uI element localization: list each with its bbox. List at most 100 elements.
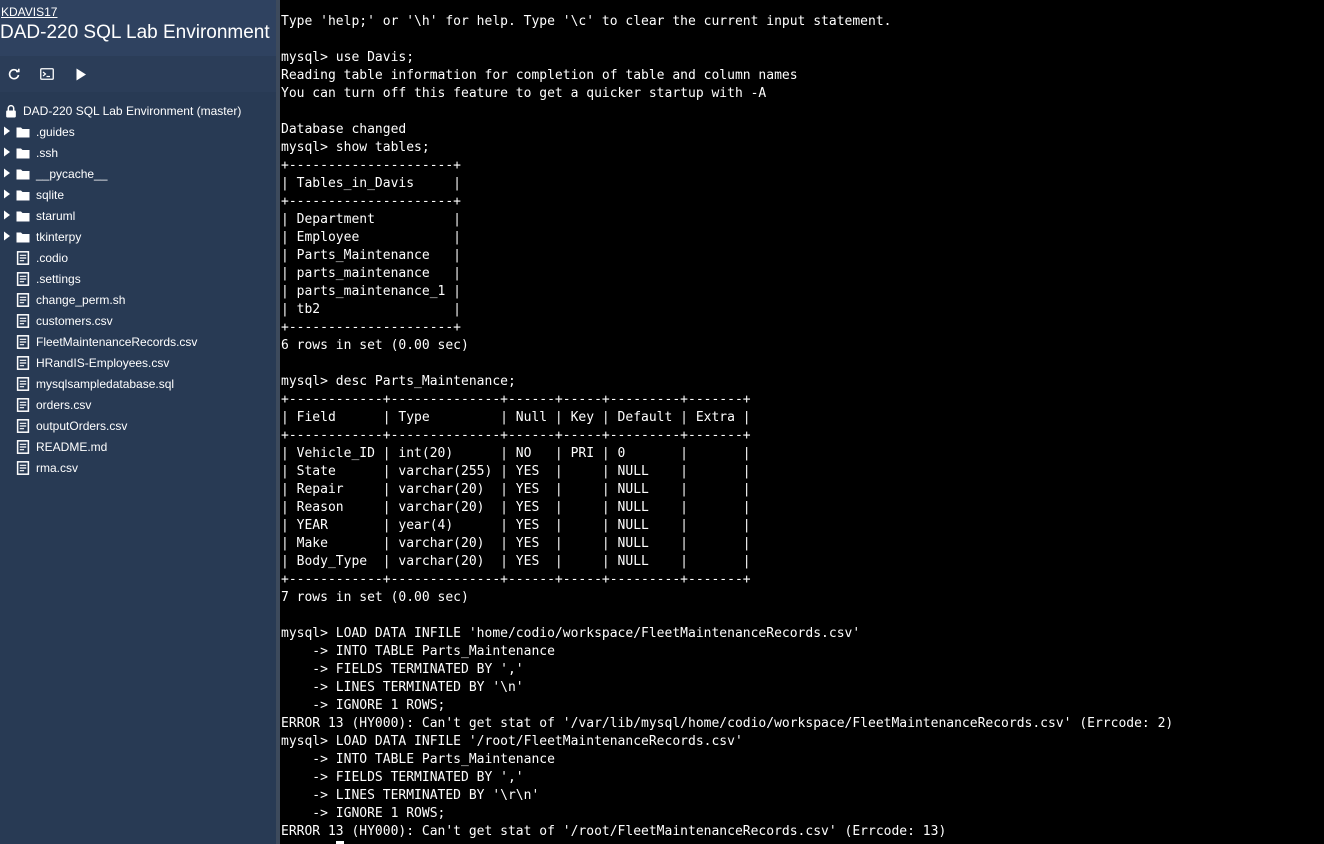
- terminal-line: +---------------------+: [281, 320, 462, 335]
- terminal-line: | Tables_in_Davis |: [281, 176, 462, 191]
- chevron-right-icon[interactable]: [3, 210, 11, 220]
- terminal-line: | Repair | varchar(20) | YES | | NULL | …: [281, 482, 751, 497]
- terminal-panel[interactable]: Type 'help;' or '\h' for help. Type '\c'…: [280, 0, 1324, 844]
- chevron-right-icon[interactable]: [3, 231, 11, 241]
- terminal-icon: [40, 68, 54, 80]
- file-icon: [16, 356, 30, 370]
- file-icon: [16, 272, 30, 286]
- terminal-line: | Body_Type | varchar(20) | YES | | NULL…: [281, 554, 751, 569]
- folder-icon: [16, 127, 30, 138]
- file-icon: [16, 419, 30, 433]
- terminal-line: mysql> LOAD DATA INFILE '/root/FleetMain…: [281, 734, 743, 749]
- file-item[interactable]: FleetMaintenanceRecords.csv: [0, 331, 276, 352]
- file-icon: [16, 314, 30, 328]
- file-label: orders.csv: [36, 397, 92, 412]
- terminal-line: +------------+--------------+------+----…: [281, 392, 751, 407]
- refresh-button[interactable]: [4, 64, 24, 84]
- terminal-line: -> IGNORE 1 ROWS;: [281, 806, 446, 821]
- file-label: .settings: [36, 271, 81, 286]
- file-label: README.md: [36, 439, 108, 454]
- folder-item[interactable]: .ssh: [0, 142, 276, 163]
- file-item[interactable]: outputOrders.csv: [0, 415, 276, 436]
- terminal-line: +------------+--------------+------+----…: [281, 572, 751, 587]
- file-item[interactable]: .codio: [0, 247, 276, 268]
- terminal-line: | parts_maintenance_1 |: [281, 284, 462, 299]
- open-terminal-button[interactable]: [37, 64, 57, 84]
- terminal-line: mysql> show tables;: [281, 140, 430, 155]
- folder-label: .guides: [36, 124, 75, 139]
- terminal-line: +------------+--------------+------+----…: [281, 428, 751, 443]
- file-item[interactable]: change_perm.sh: [0, 289, 276, 310]
- file-label: mysqlsampledatabase.sql: [36, 376, 175, 391]
- chevron-right-icon[interactable]: [3, 168, 11, 178]
- terminal-output: Type 'help;' or '\h' for help. Type '\c'…: [281, 13, 1173, 841]
- project-title: DAD-220 SQL Lab Environment: [0, 22, 270, 43]
- terminal-line: | State | varchar(255) | YES | | NULL | …: [281, 464, 751, 479]
- file-label: rma.csv: [36, 460, 78, 475]
- sidebar-toolbar: [0, 56, 276, 92]
- terminal-line: mysql> LOAD DATA INFILE 'home/codio/work…: [281, 626, 861, 641]
- file-item[interactable]: .settings: [0, 268, 276, 289]
- folder-item[interactable]: tkinterpy: [0, 226, 276, 247]
- terminal-line: -> INTO TABLE Parts_Maintenance: [281, 752, 555, 767]
- chevron-right-icon[interactable]: [3, 126, 11, 136]
- file-label: change_perm.sh: [36, 292, 126, 307]
- terminal-line: Reading table information for completion…: [281, 68, 798, 83]
- file-item[interactable]: customers.csv: [0, 310, 276, 331]
- file-icon: [16, 377, 30, 391]
- terminal-line: | Reason | varchar(20) | YES | | NULL | …: [281, 500, 751, 515]
- terminal-line: -> INTO TABLE Parts_Maintenance: [281, 644, 555, 659]
- folder-item[interactable]: sqlite: [0, 184, 276, 205]
- folder-label: __pycache__: [36, 166, 108, 181]
- folder-icon: [16, 169, 30, 180]
- file-item[interactable]: HRandIS-Employees.csv: [0, 352, 276, 373]
- terminal-line: ERROR 13 (HY000): Can't get stat of '/va…: [281, 716, 1174, 731]
- terminal-line: You can turn off this feature to get a q…: [281, 86, 767, 101]
- folder-label: tkinterpy: [36, 229, 82, 244]
- file-item[interactable]: README.md: [0, 436, 276, 457]
- file-label: outputOrders.csv: [36, 418, 128, 433]
- folder-item[interactable]: .guides: [0, 121, 276, 142]
- terminal-line: | Vehicle_ID | int(20) | NO | PRI | 0 | …: [281, 446, 751, 461]
- chevron-right-icon[interactable]: [3, 189, 11, 199]
- folder-item[interactable]: staruml: [0, 205, 276, 226]
- file-item[interactable]: rma.csv: [0, 457, 276, 478]
- terminal-line: mysql> use Davis;: [281, 50, 415, 65]
- file-icon: [16, 461, 30, 475]
- terminal-line: +---------------------+: [281, 194, 462, 209]
- terminal-line: Type 'help;' or '\h' for help. Type '\c'…: [281, 14, 892, 29]
- play-icon: [76, 68, 86, 80]
- terminal-line: 7 rows in set (0.00 sec): [281, 590, 469, 605]
- terminal-line: Database changed: [281, 122, 407, 137]
- terminal-line: ERROR 13 (HY000): Can't get stat of '/ro…: [281, 824, 947, 839]
- file-item[interactable]: orders.csv: [0, 394, 276, 415]
- run-button[interactable]: [71, 64, 91, 84]
- terminal-line: -> IGNORE 1 ROWS;: [281, 698, 446, 713]
- terminal-line: | Department |: [281, 212, 462, 227]
- file-icon: [16, 440, 30, 454]
- file-icon: [16, 293, 30, 307]
- file-label: FleetMaintenanceRecords.csv: [36, 334, 198, 349]
- terminal-line: -> FIELDS TERMINATED BY ',': [281, 662, 524, 677]
- folder-icon: [16, 211, 30, 222]
- folder-icon: [16, 190, 30, 201]
- file-icon: [16, 398, 30, 412]
- lock-icon: [6, 104, 16, 118]
- sidebar-header: KDAVIS17 DAD-220 SQL Lab Environment: [0, 0, 276, 56]
- terminal-line: +---------------------+: [281, 158, 462, 173]
- file-item[interactable]: mysqlsampledatabase.sql: [0, 373, 276, 394]
- folder-icon: [16, 148, 30, 159]
- terminal-line: -> LINES TERMINATED BY '\r\n': [281, 788, 540, 803]
- file-icon: [16, 335, 30, 349]
- terminal-line: | Employee |: [281, 230, 462, 245]
- folder-item[interactable]: __pycache__: [0, 163, 276, 184]
- username-link[interactable]: KDAVIS17: [1, 5, 57, 19]
- file-icon: [16, 251, 30, 265]
- chevron-right-icon[interactable]: [3, 147, 11, 157]
- tree-root[interactable]: DAD-220 SQL Lab Environment (master): [0, 100, 276, 121]
- folder-label: .ssh: [36, 145, 59, 160]
